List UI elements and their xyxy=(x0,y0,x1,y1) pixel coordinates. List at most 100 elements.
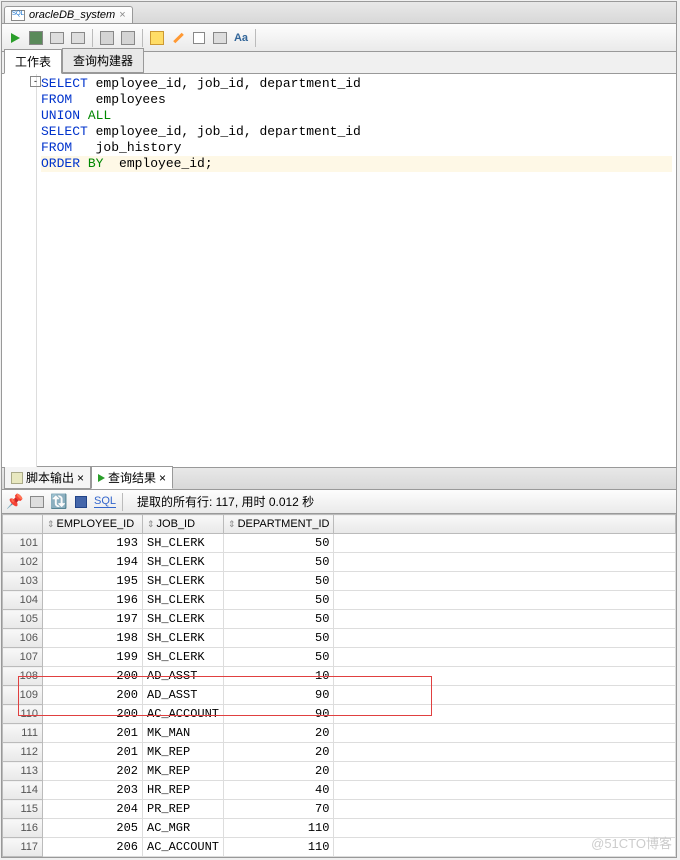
column-header-job-id[interactable]: ⇕JOB_ID xyxy=(143,515,224,534)
explain-button[interactable] xyxy=(48,29,66,47)
cell-department-id[interactable]: 50 xyxy=(224,591,334,610)
cell-department-id[interactable]: 10 xyxy=(224,667,334,686)
table-row[interactable]: 114203HR_REP40 xyxy=(3,781,676,800)
print-button[interactable] xyxy=(28,493,46,511)
sql-editor[interactable]: - SELECT employee_id, job_id, department… xyxy=(2,74,676,467)
cell-employee-id[interactable]: 202 xyxy=(43,762,143,781)
fold-button[interactable]: - xyxy=(30,76,41,87)
cell-job-id[interactable]: SH_CLERK xyxy=(143,553,224,572)
sql-tuning-button[interactable] xyxy=(148,29,166,47)
pin-button[interactable]: 📌 xyxy=(6,493,24,511)
close-icon[interactable]: × xyxy=(77,471,84,485)
connection-tab[interactable]: oracleDB_system × xyxy=(4,6,133,23)
cell-department-id[interactable]: 70 xyxy=(224,800,334,819)
tab-script-output[interactable]: 脚本输出 × xyxy=(4,466,91,489)
cell-job-id[interactable]: AC_MGR xyxy=(143,819,224,838)
refresh-button[interactable]: 🔃 xyxy=(50,493,68,511)
close-icon[interactable]: × xyxy=(159,471,166,485)
run-script-button[interactable] xyxy=(27,29,45,47)
table-row[interactable]: 112201MK_REP20 xyxy=(3,743,676,762)
cell-employee-id[interactable]: 204 xyxy=(43,800,143,819)
cell-department-id[interactable]: 50 xyxy=(224,648,334,667)
cell-department-id[interactable]: 40 xyxy=(224,781,334,800)
cell-job-id[interactable]: SH_CLERK xyxy=(143,591,224,610)
cell-job-id[interactable]: SH_CLERK xyxy=(143,572,224,591)
run-button[interactable] xyxy=(6,29,24,47)
table-row[interactable]: 117206AC_ACCOUNT110 xyxy=(3,838,676,857)
table-row[interactable]: 104196SH_CLERK50 xyxy=(3,591,676,610)
cell-employee-id[interactable]: 200 xyxy=(43,686,143,705)
cell-department-id[interactable]: 90 xyxy=(224,705,334,724)
cell-employee-id[interactable]: 197 xyxy=(43,610,143,629)
column-header-department-id[interactable]: ⇕DEPARTMENT_ID xyxy=(224,515,334,534)
rollback-button[interactable] xyxy=(119,29,137,47)
cell-job-id[interactable]: MK_MAN xyxy=(143,724,224,743)
cell-job-id[interactable]: SH_CLERK xyxy=(143,648,224,667)
table-row[interactable]: 105197SH_CLERK50 xyxy=(3,610,676,629)
cell-employee-id[interactable]: 203 xyxy=(43,781,143,800)
cell-department-id[interactable]: 20 xyxy=(224,724,334,743)
table-row[interactable]: 111201MK_MAN20 xyxy=(3,724,676,743)
cell-employee-id[interactable]: 206 xyxy=(43,838,143,857)
cell-employee-id[interactable]: 200 xyxy=(43,705,143,724)
cell-job-id[interactable]: AD_ASST xyxy=(143,667,224,686)
row-number-header[interactable] xyxy=(3,515,43,534)
cell-employee-id[interactable]: 198 xyxy=(43,629,143,648)
sql-link[interactable]: SQL xyxy=(94,495,116,508)
column-header-employee-id[interactable]: ⇕EMPLOYEE_ID xyxy=(43,515,143,534)
export-button[interactable] xyxy=(72,493,90,511)
cell-department-id[interactable]: 50 xyxy=(224,534,334,553)
cell-job-id[interactable]: MK_REP xyxy=(143,743,224,762)
result-grid[interactable]: ⇕EMPLOYEE_ID ⇕JOB_ID ⇕DEPARTMENT_ID 1011… xyxy=(2,514,676,857)
table-row[interactable]: 109200AD_ASST90 xyxy=(3,686,676,705)
table-row[interactable]: 101193SH_CLERK50 xyxy=(3,534,676,553)
table-row[interactable]: 113202MK_REP20 xyxy=(3,762,676,781)
history-button[interactable] xyxy=(211,29,229,47)
cell-department-id[interactable]: 50 xyxy=(224,572,334,591)
cell-employee-id[interactable]: 205 xyxy=(43,819,143,838)
cell-job-id[interactable]: AC_ACCOUNT xyxy=(143,838,224,857)
clear-button[interactable] xyxy=(190,29,208,47)
cell-department-id[interactable]: 50 xyxy=(224,629,334,648)
cell-job-id[interactable]: HR_REP xyxy=(143,781,224,800)
table-row[interactable]: 115204PR_REP70 xyxy=(3,800,676,819)
cell-job-id[interactable]: SH_CLERK xyxy=(143,610,224,629)
cell-department-id[interactable]: 110 xyxy=(224,838,334,857)
cell-job-id[interactable]: PR_REP xyxy=(143,800,224,819)
cell-department-id[interactable]: 110 xyxy=(224,819,334,838)
autotrace-button[interactable] xyxy=(69,29,87,47)
cell-department-id[interactable]: 90 xyxy=(224,686,334,705)
cell-employee-id[interactable]: 196 xyxy=(43,591,143,610)
cell-employee-id[interactable]: 194 xyxy=(43,553,143,572)
cell-employee-id[interactable]: 201 xyxy=(43,743,143,762)
cell-job-id[interactable]: AC_ACCOUNT xyxy=(143,705,224,724)
cell-job-id[interactable]: MK_REP xyxy=(143,762,224,781)
cell-job-id[interactable]: SH_CLERK xyxy=(143,534,224,553)
cell-employee-id[interactable]: 200 xyxy=(43,667,143,686)
cell-department-id[interactable]: 20 xyxy=(224,762,334,781)
cell-employee-id[interactable]: 193 xyxy=(43,534,143,553)
cell-employee-id[interactable]: 199 xyxy=(43,648,143,667)
case-button[interactable]: Aa xyxy=(232,29,250,47)
table-row[interactable]: 108200AD_ASST10 xyxy=(3,667,676,686)
table-row[interactable]: 102194SH_CLERK50 xyxy=(3,553,676,572)
tab-worksheet[interactable]: 工作表 xyxy=(4,49,62,74)
sql-code[interactable]: SELECT employee_id, job_id, department_i… xyxy=(37,74,676,467)
table-row[interactable]: 116205AC_MGR110 xyxy=(3,819,676,838)
tab-query-result[interactable]: 查询结果 × xyxy=(91,466,173,489)
cell-department-id[interactable]: 20 xyxy=(224,743,334,762)
cell-employee-id[interactable]: 195 xyxy=(43,572,143,591)
table-row[interactable]: 103195SH_CLERK50 xyxy=(3,572,676,591)
tab-query-builder[interactable]: 查询构建器 xyxy=(62,48,144,73)
table-row[interactable]: 110200AC_ACCOUNT90 xyxy=(3,705,676,724)
cell-job-id[interactable]: SH_CLERK xyxy=(143,629,224,648)
cell-department-id[interactable]: 50 xyxy=(224,610,334,629)
commit-button[interactable] xyxy=(98,29,116,47)
cell-department-id[interactable]: 50 xyxy=(224,553,334,572)
cell-employee-id[interactable]: 201 xyxy=(43,724,143,743)
cell-job-id[interactable]: AD_ASST xyxy=(143,686,224,705)
table-row[interactable]: 106198SH_CLERK50 xyxy=(3,629,676,648)
table-row[interactable]: 107199SH_CLERK50 xyxy=(3,648,676,667)
format-button[interactable] xyxy=(169,29,187,47)
close-icon[interactable]: × xyxy=(119,9,125,21)
